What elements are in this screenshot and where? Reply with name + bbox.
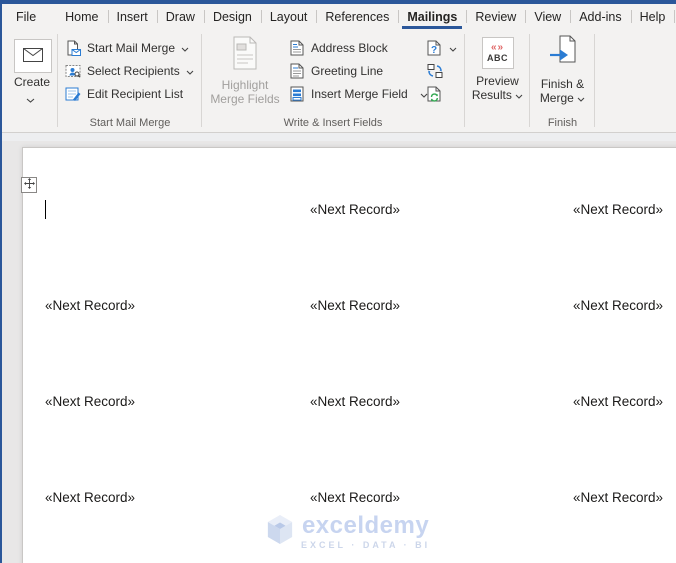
rules-button[interactable]: ?: [426, 36, 457, 59]
group-label-start-mail-merge: Start Mail Merge: [89, 117, 171, 129]
merge-field-cell[interactable]: «Next Record»: [310, 394, 400, 409]
tab-file[interactable]: File: [2, 4, 50, 29]
chevron-down-icon: [186, 64, 194, 78]
envelope-icon: [23, 47, 43, 65]
finish-merge-label-line1: Finish &: [540, 77, 585, 91]
address-block-label: Address Block: [311, 40, 388, 55]
tab-review[interactable]: Review: [466, 4, 525, 29]
table-row: «Next Record» «Next Record» «Next Record…: [2, 298, 676, 315]
preview-results-icon: «» ABC: [481, 37, 514, 69]
merge-field-cell[interactable]: «Next Record»: [310, 490, 400, 505]
preview-results-label-line2: Results: [471, 88, 512, 102]
highlight-merge-fields-icon: [231, 36, 259, 73]
svg-text:?: ?: [431, 45, 437, 56]
highlight-merge-fields-label-line1: Highlight: [221, 78, 269, 92]
table-row: «Next Record» «Next Record»: [2, 202, 676, 219]
edit-recipient-list-label: Edit Recipient List: [87, 86, 184, 101]
write-insert-small-buttons: ?: [426, 36, 457, 105]
tab-mailings[interactable]: Mailings: [398, 4, 466, 29]
start-mail-merge-group: Start Mail Merge Select Recipients Edit: [64, 36, 194, 105]
merge-field-cell[interactable]: «Next Record»: [573, 202, 663, 217]
group-separator: [529, 34, 530, 127]
finish-merge-label-line2: Merge: [539, 91, 574, 105]
tab-design[interactable]: Design: [203, 4, 261, 29]
watermark-tagline: EXCEL · DATA · BI: [301, 540, 431, 550]
tab-layout[interactable]: Layout: [260, 4, 317, 29]
highlight-merge-fields-button: Highlight Merge Fields: [205, 36, 285, 106]
highlight-merge-fields-label-line2: Merge Fields: [210, 92, 280, 106]
greeting-line-icon: [288, 63, 305, 79]
cube-logo-icon: [266, 514, 294, 550]
merge-field-cell[interactable]: «Next Record»: [310, 298, 400, 313]
rules-icon: ?: [426, 40, 443, 56]
insert-merge-field-icon: [288, 86, 305, 102]
group-label-write-insert-fields: Write & Insert Fields: [283, 117, 383, 129]
merge-field-cell[interactable]: «Next Record»: [45, 394, 135, 409]
edit-recipient-list-button[interactable]: Edit Recipient List: [64, 82, 194, 105]
write-insert-fields-column: Address Block Greeting Line Insert Merge…: [288, 36, 428, 105]
finish-merge-icon: [548, 35, 578, 72]
merge-field-cell[interactable]: «Next Record»: [573, 394, 663, 409]
start-mail-merge-icon: [64, 40, 81, 56]
preview-results-label-line1: Preview: [476, 74, 519, 88]
chevron-down-icon: [515, 88, 523, 102]
insert-merge-field-button[interactable]: Insert Merge Field: [288, 82, 428, 105]
address-block-icon: [288, 40, 305, 56]
merge-field-cell[interactable]: «Next Record»: [310, 202, 400, 217]
start-mail-merge-button[interactable]: Start Mail Merge: [64, 36, 194, 59]
chevron-down-icon: [26, 92, 35, 106]
update-labels-button[interactable]: [426, 82, 457, 105]
greeting-line-button[interactable]: Greeting Line: [288, 59, 428, 82]
table-move-handle-icon: [23, 176, 35, 194]
group-separator: [201, 34, 202, 127]
ribbon-tab-bar: File Home Insert Draw Design Layout Refe…: [2, 4, 676, 29]
edit-recipient-list-icon: [64, 86, 81, 102]
group-separator: [464, 34, 465, 127]
create-button-label[interactable]: Create: [2, 75, 62, 89]
merge-field-cell[interactable]: «Next Record»: [573, 490, 663, 505]
group-label-finish: Finish: [547, 117, 578, 129]
merge-field-cell[interactable]: «Next Record»: [573, 298, 663, 313]
merge-field-cell[interactable]: «Next Record»: [45, 490, 135, 505]
tab-insert[interactable]: Insert: [107, 4, 157, 29]
watermark-name: exceldemy: [301, 512, 430, 539]
match-fields-icon: [426, 63, 443, 79]
update-labels-icon: [426, 86, 443, 102]
tab-help[interactable]: Help: [630, 4, 675, 29]
start-mail-merge-label: Start Mail Merge: [87, 40, 176, 55]
table-row: «Next Record» «Next Record» «Next Record…: [2, 394, 676, 411]
create-button[interactable]: [14, 39, 52, 73]
preview-results-icon-caption: ABC: [487, 53, 508, 63]
insert-merge-field-label: Insert Merge Field: [311, 86, 408, 101]
merge-field-cell[interactable]: «Next Record»: [45, 298, 135, 313]
finish-merge-button[interactable]: Finish & Merge: [531, 35, 594, 105]
chevron-down-icon: [181, 41, 189, 55]
window-left-border: [0, 0, 2, 563]
table-row: «Next Record» «Next Record» «Next Record…: [2, 490, 676, 507]
preview-results-button[interactable]: «» ABC Preview Results: [466, 37, 529, 102]
tab-references[interactable]: References: [316, 4, 398, 29]
select-recipients-label: Select Recipients: [87, 63, 180, 78]
tab-view[interactable]: View: [525, 4, 570, 29]
watermark: exceldemy EXCEL · DATA · BI: [266, 514, 430, 550]
document-area: «Next Record» «Next Record» «Next Record…: [2, 133, 676, 563]
word-window: File Home Insert Draw Design Layout Refe…: [0, 0, 676, 563]
tab-home[interactable]: Home: [56, 4, 107, 29]
tab-draw[interactable]: Draw: [156, 4, 204, 29]
group-separator: [57, 34, 58, 127]
document-area-top-band: [2, 133, 676, 141]
preview-results-icon-marks: «»: [490, 42, 505, 53]
greeting-line-label: Greeting Line: [311, 63, 384, 78]
address-block-button[interactable]: Address Block: [288, 36, 428, 59]
select-recipients-button[interactable]: Select Recipients: [64, 59, 194, 82]
chevron-down-icon: [449, 41, 457, 55]
table-move-handle[interactable]: [21, 177, 37, 193]
tab-add-ins[interactable]: Add-ins: [570, 4, 630, 29]
match-fields-button[interactable]: [426, 59, 457, 82]
select-recipients-icon: [64, 63, 81, 79]
mailings-ribbon: Create Start Mail Merge Select Recipient…: [2, 29, 676, 133]
chevron-down-icon: [577, 91, 585, 105]
group-separator: [594, 34, 595, 127]
